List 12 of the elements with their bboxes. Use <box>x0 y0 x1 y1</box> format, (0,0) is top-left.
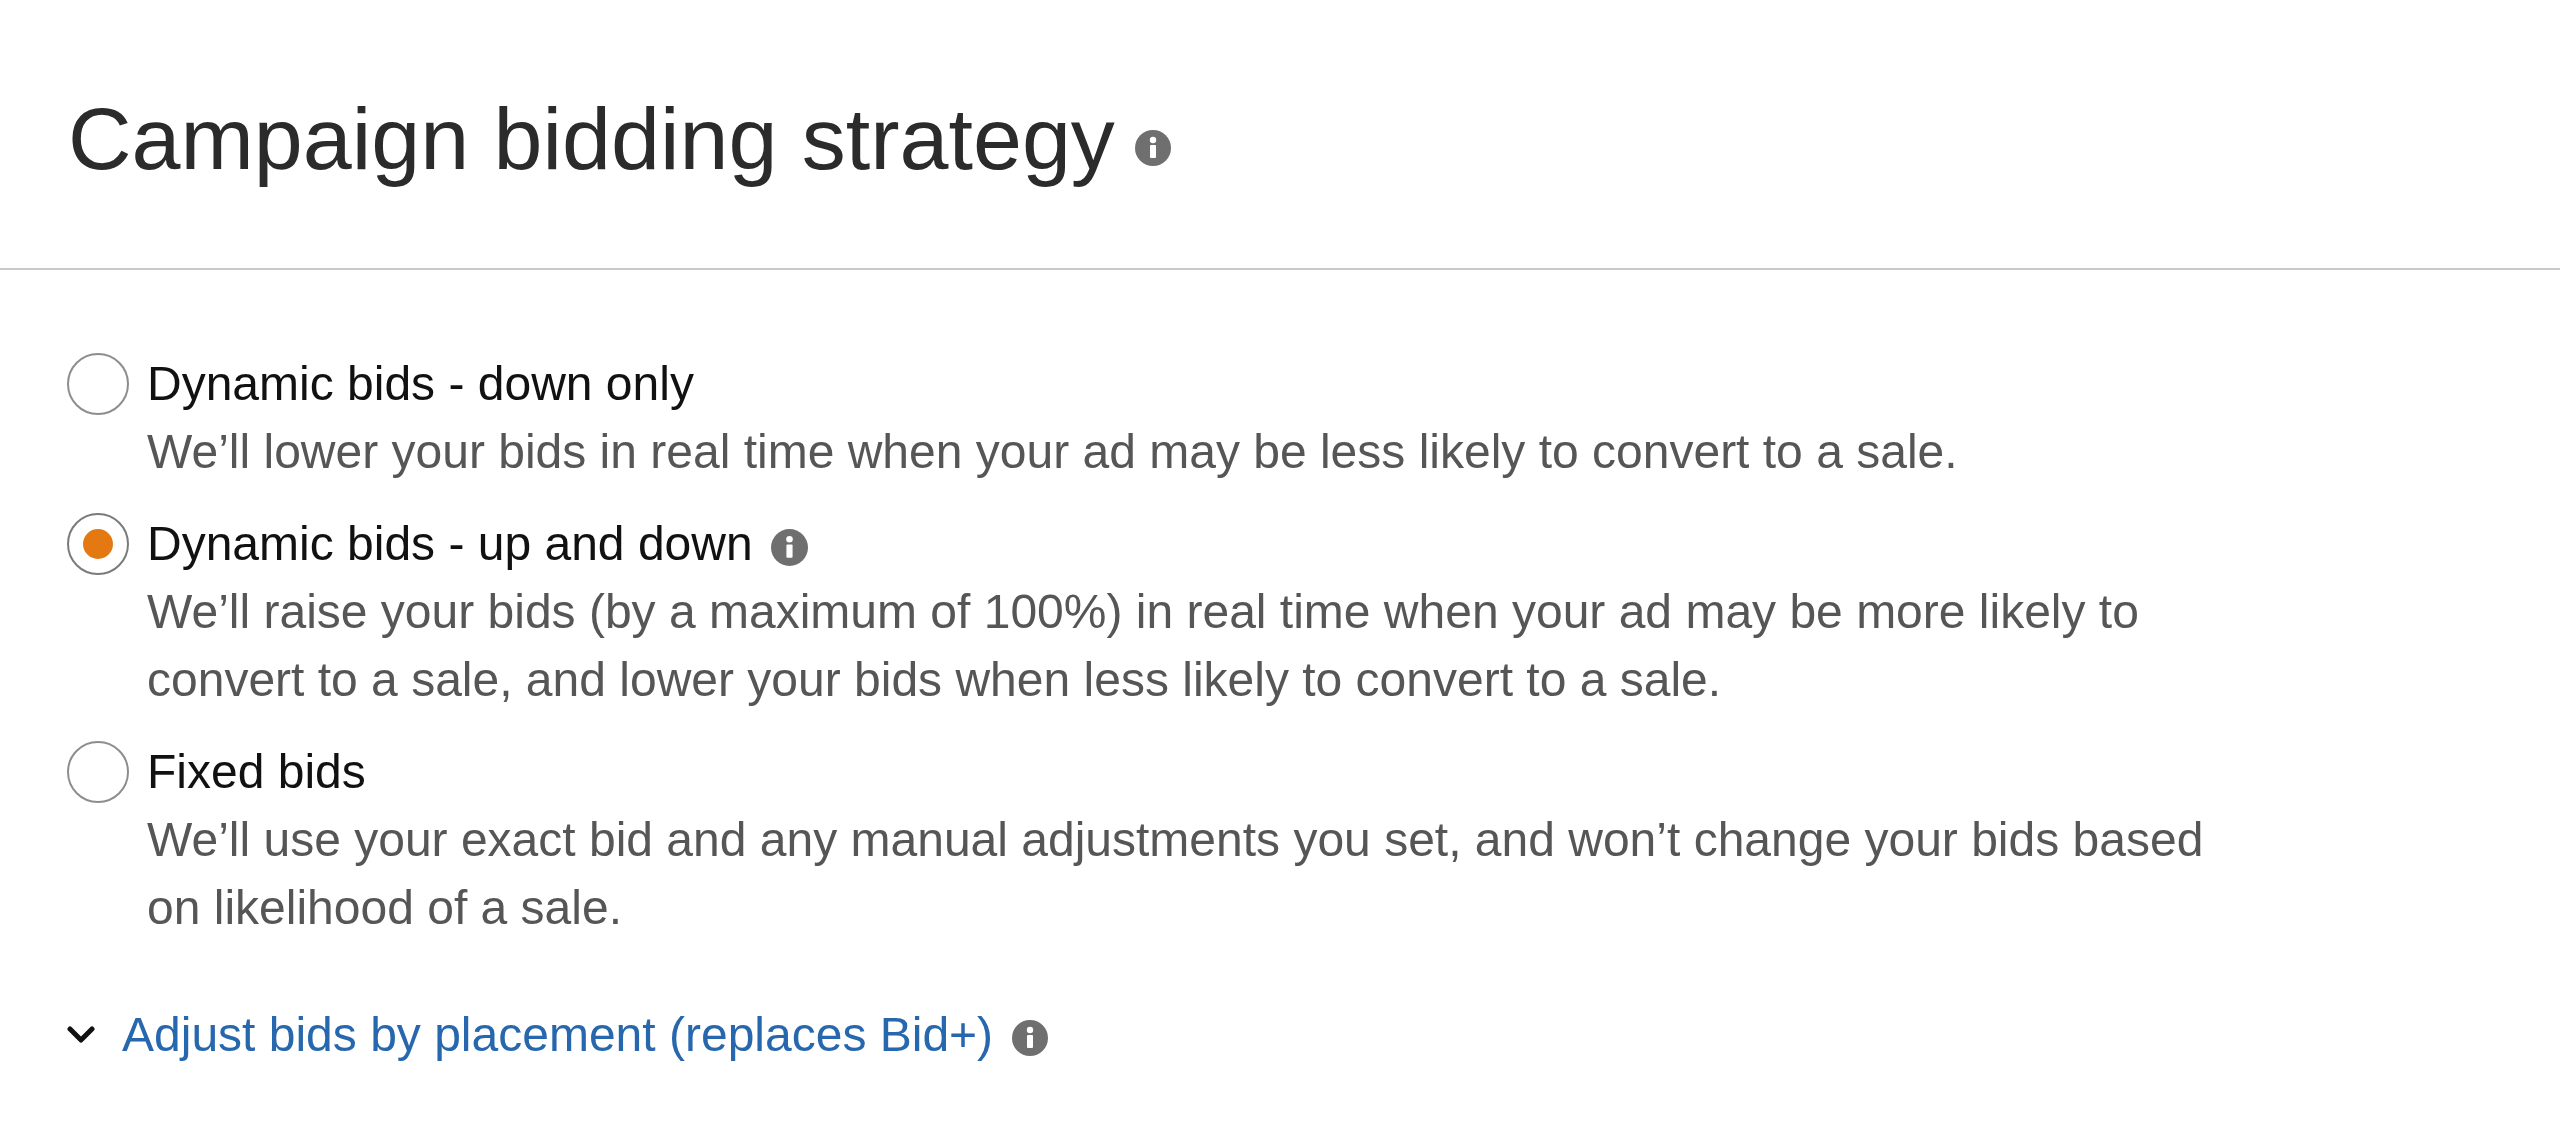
chevron-down-icon[interactable] <box>67 1025 95 1045</box>
option-label[interactable]: Dynamic bids - down only <box>147 350 694 418</box>
info-icon[interactable] <box>1134 130 1171 166</box>
option-description: We’ll lower your bids in real time when your ad may be less likely to convert to a sale. <box>147 424 1958 480</box>
info-icon[interactable] <box>770 528 808 566</box>
placement-link[interactable]: Adjust bids by placement (replaces Bid+) <box>122 1001 994 1069</box>
option-label[interactable]: Dynamic bids - up and down <box>147 510 753 578</box>
section-title: Campaign bidding strategy <box>68 88 1115 189</box>
option-description: We’ll use your exact bid and any manual adjustments you set, and won’t change your bids based on likelihood of a sale. <box>147 812 2205 936</box>
option-label[interactable]: Fixed bids <box>147 738 366 806</box>
info-icon[interactable] <box>1012 1020 1049 1056</box>
option-description: We’ll raise your bids (by a maximum of 100%) in real time when your ad may be more likely to convert to a sale, and lower your bids when less likely to convert to a sale. <box>147 584 2140 708</box>
